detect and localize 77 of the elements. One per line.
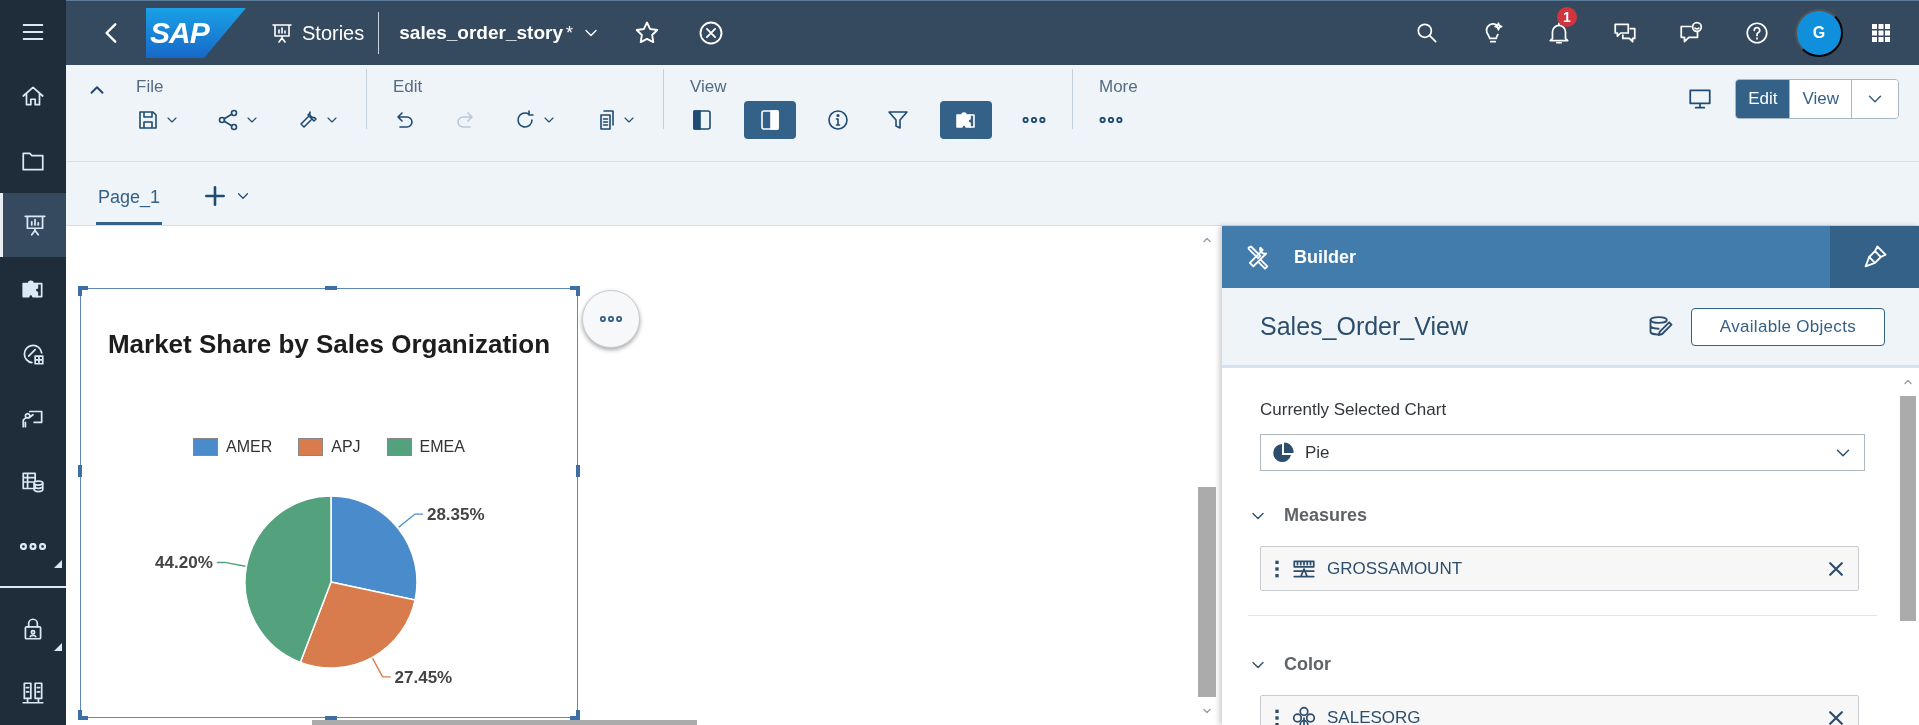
chart-type-dropdown[interactable]: Pie <box>1260 434 1865 471</box>
left-panel-icon <box>690 108 714 132</box>
resize-handle[interactable] <box>576 465 580 477</box>
designer-button[interactable] <box>940 101 992 139</box>
group-label: Edit <box>393 77 424 97</box>
page-tab[interactable]: Page_1 <box>96 187 163 225</box>
drag-handle-icon <box>1273 707 1281 725</box>
submenu-indicator <box>54 560 62 569</box>
field-token[interactable]: GROSSAMOUNT <box>1260 546 1859 591</box>
mode-toggle[interactable]: Edit <box>1736 80 1791 118</box>
legend-label: AMER <box>226 438 273 456</box>
horizontal-scrollbar[interactable] <box>312 720 697 725</box>
section-header[interactable]: Measures <box>1248 505 1368 526</box>
field-name: GROSSAMOUNT <box>1327 558 1464 579</box>
chart-widget[interactable]: Market Share by Sales Organization AMER APJ EMEA 28.35% 27.45% 44.20% <box>80 288 578 718</box>
grid-icon <box>1869 21 1893 45</box>
resize-handle[interactable] <box>78 465 82 477</box>
resize-handle[interactable] <box>325 286 337 290</box>
more-icon <box>600 316 622 322</box>
vertical-scrollbar[interactable] <box>1900 396 1916 621</box>
logo[interactable]: SAP <box>146 8 246 58</box>
close-icon <box>697 19 725 47</box>
bell-icon <box>1546 20 1572 46</box>
drag-handle-icon <box>1273 558 1281 579</box>
more-icon <box>20 542 46 550</box>
monitor-icon <box>1687 86 1714 112</box>
more-icon <box>1022 117 1046 123</box>
model-name: Sales_Order_View <box>1260 312 1469 341</box>
story-title: sales_order_story <box>399 22 563 44</box>
leader-line <box>371 657 392 678</box>
presentation-icon <box>21 212 48 238</box>
feedback-icon <box>1678 20 1704 46</box>
user-avatar[interactable]: G <box>1795 9 1843 57</box>
field-label: Currently Selected Chart <box>1260 400 1448 420</box>
data-label: 28.35% <box>426 505 485 525</box>
group-label: File <box>136 77 165 97</box>
more-icon <box>1099 117 1123 123</box>
submenu-indicator <box>54 642 62 651</box>
unsaved-mark: * <box>565 22 573 44</box>
available-objects-button[interactable]: Available Objects <box>1690 307 1885 346</box>
pie-slice[interactable] <box>299 581 416 669</box>
pie-chart-icon <box>1271 440 1295 465</box>
dimension-icon <box>1291 704 1317 725</box>
notification-badge: 1 <box>1557 7 1577 27</box>
mode-toggle[interactable]: View <box>1790 80 1852 118</box>
pie-slice[interactable] <box>330 495 418 601</box>
server-icon <box>20 679 46 706</box>
data-label: 27.45% <box>394 667 453 687</box>
field-name: SALESORG <box>1327 707 1422 725</box>
pie-slice[interactable] <box>244 495 332 664</box>
legend-label: APJ <box>331 438 361 456</box>
help-icon <box>1744 20 1770 46</box>
stories-label: Stories <box>302 21 365 45</box>
section-header[interactable]: Color <box>1248 654 1331 675</box>
chart-title: Market Share by Sales Organization <box>107 329 551 360</box>
resize-handle[interactable] <box>325 716 337 720</box>
more-actions-button[interactable] <box>582 290 640 348</box>
leader-line <box>397 513 424 528</box>
group-label: More <box>1099 77 1138 97</box>
right-panel-icon <box>758 108 782 132</box>
group-label: View <box>690 77 728 97</box>
notifications-button[interactable]: 1 <box>1535 9 1583 57</box>
data-label: 44.20% <box>155 553 213 573</box>
filter-icon <box>886 108 910 132</box>
share-icon <box>216 108 240 132</box>
presentation-icon <box>270 21 294 45</box>
legend-label: EMEA <box>419 438 465 456</box>
styling-tab[interactable] <box>1830 226 1919 288</box>
right-panel-button[interactable] <box>744 101 796 139</box>
info-icon <box>826 108 850 132</box>
vertical-scrollbar[interactable] <box>1198 487 1216 697</box>
present-button[interactable] <box>1687 86 1714 112</box>
field-token[interactable]: SALESORG <box>1260 695 1859 725</box>
stories-link[interactable]: Stories <box>256 12 380 54</box>
sidebar-item[interactable] <box>0 192 66 258</box>
leader-line <box>216 561 247 567</box>
chat-icon <box>1612 20 1638 46</box>
